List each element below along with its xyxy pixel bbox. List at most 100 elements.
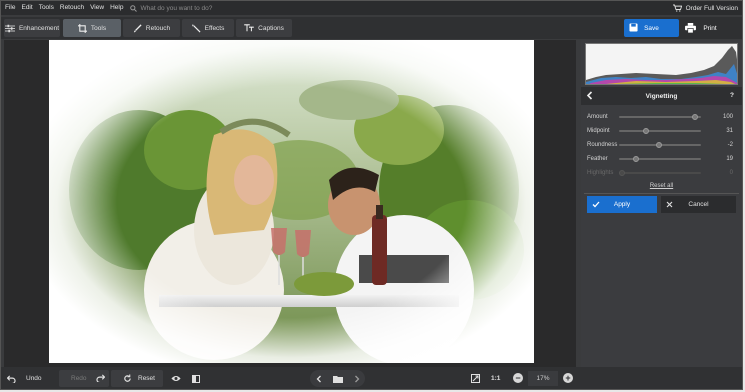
menu-bar: File Edit Tools Retouch View Help What d… <box>1 1 742 15</box>
sliders-icon <box>4 24 15 32</box>
tab-enhancement[interactable]: Enhancement <box>4 19 60 37</box>
photo-preview[interactable] <box>49 40 534 363</box>
apply-label: Apply <box>613 201 631 208</box>
menu-help[interactable]: Help <box>107 1 126 15</box>
actual-size-button[interactable]: 1:1 <box>491 370 507 387</box>
order-label: Order Full Version <box>685 4 738 12</box>
slider-midpoint-value: 31 <box>726 128 733 134</box>
slider-amount-value: 100 <box>722 114 733 120</box>
tab-effects-label: Effects <box>204 24 225 32</box>
slider-highlights: Highlights 0 <box>587 168 737 178</box>
printer-icon <box>685 23 696 33</box>
slider-feather-label: Feather <box>587 156 608 162</box>
crop-icon <box>77 23 87 33</box>
tab-enhancement-label: Enhancement <box>18 24 60 32</box>
brush-icon <box>133 23 142 33</box>
apply-button[interactable]: Apply <box>587 196 657 213</box>
fit-screen-icon <box>471 374 480 383</box>
tab-retouch[interactable]: Retouch <box>123 19 180 37</box>
canvas-area[interactable] <box>4 40 576 367</box>
slider-roundness-label: Roundness <box>587 142 618 148</box>
menu-edit[interactable]: Edit <box>18 1 35 15</box>
folder-icon[interactable] <box>332 375 343 383</box>
slider-feather-value: 19 <box>726 156 733 162</box>
tab-effects[interactable]: Effects <box>182 19 234 37</box>
tab-tools[interactable]: Tools <box>63 19 121 37</box>
panel-divider <box>584 193 739 194</box>
search-placeholder: What do you want to do? <box>140 4 213 12</box>
slider-feather-track[interactable] <box>619 156 701 162</box>
right-panel: Vignetting ? Amount 100 Midpoint 31 Roun… <box>581 40 742 367</box>
redo-button[interactable]: Redo <box>59 370 109 387</box>
preview-toggle[interactable] <box>171 370 185 387</box>
menu-tools[interactable]: Tools <box>36 1 57 15</box>
slider-midpoint-label: Midpoint <box>587 128 610 134</box>
panel-title: Vignetting <box>645 92 678 100</box>
floppy-icon <box>629 23 638 32</box>
fit-to-screen-button[interactable] <box>471 370 483 387</box>
undo-label: Undo <box>26 375 42 382</box>
slider-midpoint[interactable]: Midpoint 31 <box>587 126 737 136</box>
slider-amount-track[interactable] <box>619 114 701 120</box>
zoom-out-icon[interactable]: − <box>513 373 523 383</box>
cart-icon <box>672 4 682 12</box>
histogram <box>585 43 738 85</box>
slider-roundness-track[interactable] <box>619 142 701 148</box>
back-arrow-icon[interactable] <box>586 91 593 100</box>
text-icon <box>244 24 254 32</box>
vignetted-couple-photo <box>49 40 534 363</box>
undo-icon <box>7 374 16 383</box>
menu-view[interactable]: View <box>87 1 107 15</box>
tab-tools-label: Tools <box>90 24 107 32</box>
eye-icon <box>171 376 181 381</box>
cancel-label: Cancel <box>688 201 709 208</box>
slider-roundness[interactable]: Roundness -2 <box>587 140 737 150</box>
order-full-version-link[interactable]: Order Full Version <box>672 1 738 15</box>
zoom-level[interactable]: 17% <box>528 371 558 386</box>
slider-feather-thumb[interactable] <box>633 156 640 162</box>
app-window: File Edit Tools Retouch View Help What d… <box>0 0 743 390</box>
slider-midpoint-thumb[interactable] <box>642 128 649 134</box>
print-label: Print <box>703 24 717 32</box>
slider-highlights-thumb <box>619 170 625 176</box>
reset-all-link[interactable]: Reset all <box>581 183 742 189</box>
tab-captions-label: Captions <box>258 24 284 32</box>
slider-highlights-track <box>619 170 701 176</box>
next-image-icon[interactable] <box>354 375 360 383</box>
redo-icon <box>96 374 105 382</box>
search-box[interactable]: What do you want to do? <box>130 5 212 12</box>
panel-header: Vignetting ? <box>581 87 742 105</box>
reset-icon <box>124 374 131 382</box>
slider-feather[interactable]: Feather 19 <box>587 154 737 164</box>
save-label: Save <box>644 24 659 32</box>
menu-retouch[interactable]: Retouch <box>57 1 87 15</box>
slider-amount-thumb[interactable] <box>691 114 698 120</box>
search-icon <box>130 4 138 12</box>
checkmark-icon <box>592 201 600 208</box>
help-button[interactable]: ? <box>730 87 734 105</box>
slider-roundness-thumb[interactable] <box>656 142 663 148</box>
magic-wand-icon <box>191 23 201 33</box>
reset-button[interactable]: Reset <box>111 370 163 387</box>
slider-amount[interactable]: Amount 100 <box>587 112 737 122</box>
slider-highlights-value: 0 <box>729 170 733 176</box>
print-button[interactable]: Print <box>682 19 738 37</box>
compare-icon <box>192 374 200 383</box>
prev-image-icon[interactable] <box>316 375 322 383</box>
toolbar: Enhancement Tools Retouch Effects Captio… <box>1 17 742 39</box>
save-button[interactable]: Save <box>624 19 679 37</box>
tab-retouch-label: Retouch <box>145 24 171 32</box>
zoom-in-icon[interactable]: + <box>563 373 573 383</box>
redo-label: Redo <box>71 375 87 382</box>
compare-toggle[interactable] <box>192 370 204 387</box>
histogram-graph <box>586 46 737 84</box>
slider-roundness-value: -2 <box>727 142 733 148</box>
slider-midpoint-track[interactable] <box>619 128 701 134</box>
reset-label: Reset <box>138 375 155 382</box>
tab-captions[interactable]: Captions <box>236 19 292 37</box>
slider-amount-label: Amount <box>587 114 608 120</box>
cancel-button[interactable]: Cancel <box>661 196 736 213</box>
menu-file[interactable]: File <box>1 1 18 15</box>
image-navigation <box>310 370 365 387</box>
undo-button[interactable]: Undo <box>7 370 57 387</box>
